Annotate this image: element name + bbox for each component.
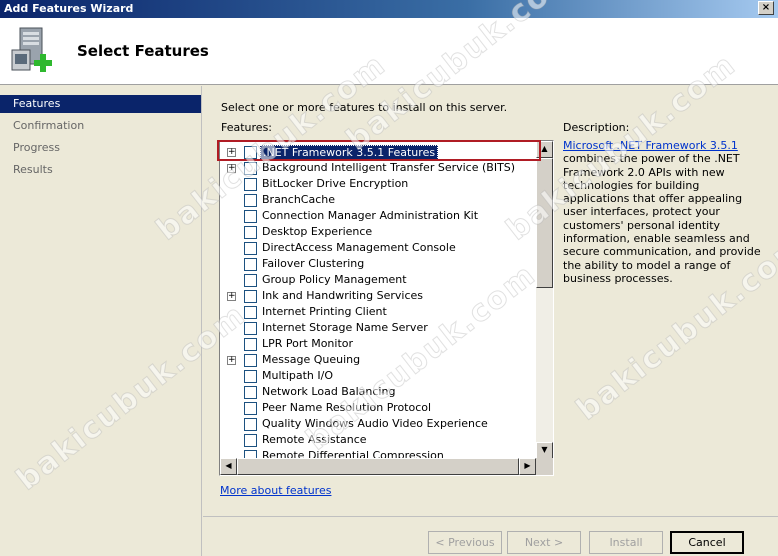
feature-label: Desktop Experience — [262, 225, 373, 238]
instruction-text: Select one or more features to install o… — [221, 101, 508, 114]
feature-row[interactable]: Remote Assistance — [220, 432, 536, 448]
feature-checkbox[interactable] — [244, 274, 257, 287]
nav-item-features[interactable]: Features — [0, 95, 201, 113]
expand-icon[interactable]: + — [227, 164, 236, 173]
description-label: Description: — [563, 121, 630, 134]
feature-checkbox[interactable] — [244, 194, 257, 207]
feature-label: Connection Manager Administration Kit — [262, 209, 479, 222]
feature-checkbox[interactable] — [244, 178, 257, 191]
nav-item-results[interactable]: Results — [0, 161, 201, 179]
wizard-nav: Features Confirmation Progress Results — [0, 86, 202, 556]
window-title: Add Features Wizard — [4, 2, 134, 15]
feature-label: Internet Printing Client — [262, 305, 387, 318]
feature-row[interactable]: Group Policy Management — [220, 272, 536, 288]
feature-row[interactable]: LPR Port Monitor — [220, 336, 536, 352]
feature-row[interactable]: Connection Manager Administration Kit — [220, 208, 536, 224]
feature-label: Group Policy Management — [262, 273, 407, 286]
feature-checkbox[interactable] — [244, 226, 257, 239]
feature-row[interactable]: Desktop Experience — [220, 224, 536, 240]
feature-label: Background Intelligent Transfer Service … — [262, 161, 516, 174]
feature-row[interactable]: Peer Name Resolution Protocol — [220, 400, 536, 416]
feature-label: BitLocker Drive Encryption — [262, 177, 409, 190]
features-label: Features: — [221, 121, 273, 134]
feature-checkbox[interactable] — [244, 322, 257, 335]
scroll-corner — [536, 458, 553, 475]
feature-checkbox[interactable] — [244, 258, 257, 271]
feature-row[interactable]: + .NET Framework 3.5.1 Features — [220, 144, 536, 160]
scroll-up-button[interactable]: ▲ — [536, 141, 553, 158]
page-title: Select Features — [77, 42, 209, 60]
feature-checkbox[interactable] — [244, 162, 257, 175]
vertical-scrollbar[interactable]: ▲ ▼ — [536, 141, 553, 459]
feature-row[interactable]: DirectAccess Management Console — [220, 240, 536, 256]
features-list[interactable]: + .NET Framework 3.5.1 Features + Backgroun… — [219, 140, 554, 476]
feature-row[interactable]: BitLocker Drive Encryption — [220, 176, 536, 192]
feature-row[interactable]: Quality Windows Audio Video Experience — [220, 416, 536, 432]
feature-row[interactable]: Network Load Balancing — [220, 384, 536, 400]
nav-item-progress[interactable]: Progress — [0, 139, 201, 157]
feature-checkbox[interactable] — [244, 402, 257, 415]
feature-checkbox[interactable] — [244, 354, 257, 367]
feature-checkbox[interactable] — [244, 434, 257, 447]
feature-row[interactable]: + Message Queuing — [220, 352, 536, 368]
expand-icon[interactable]: + — [227, 148, 236, 157]
feature-checkbox[interactable] — [244, 386, 257, 399]
previous-button[interactable]: < Previous — [428, 531, 502, 554]
expand-icon[interactable]: + — [227, 292, 236, 301]
feature-label: LPR Port Monitor — [262, 337, 354, 350]
feature-checkbox[interactable] — [244, 306, 257, 319]
next-button[interactable]: Next > — [507, 531, 581, 554]
feature-checkbox[interactable] — [244, 290, 257, 303]
description-panel: Microsoft .NET Framework 3.5.1 combines … — [563, 139, 763, 285]
feature-checkbox[interactable] — [244, 210, 257, 223]
feature-checkbox[interactable] — [244, 242, 257, 255]
vertical-scroll-thumb[interactable] — [536, 158, 553, 288]
feature-row[interactable]: Failover Clustering — [220, 256, 536, 272]
description-text: combines the power of the .NET Framework… — [563, 152, 761, 285]
feature-label: Quality Windows Audio Video Experience — [262, 417, 488, 430]
feature-checkbox[interactable] — [244, 418, 257, 431]
feature-label: BranchCache — [262, 193, 336, 206]
feature-label: Multipath I/O — [262, 369, 334, 382]
scroll-down-button[interactable]: ▼ — [536, 442, 553, 459]
feature-label: Failover Clustering — [262, 257, 365, 270]
expand-icon[interactable]: + — [227, 356, 236, 365]
horizontal-scrollbar[interactable]: ◀ ▶ — [220, 458, 536, 475]
feature-label: Network Load Balancing — [262, 385, 396, 398]
feature-checkbox[interactable] — [244, 370, 257, 383]
cancel-button[interactable]: Cancel — [670, 531, 744, 554]
feature-row[interactable]: + Background Intelligent Transfer Service… — [220, 160, 536, 176]
title-bar: Add Features Wizard × — [0, 0, 778, 18]
feature-row[interactable]: + Ink and Handwriting Services — [220, 288, 536, 304]
feature-row[interactable]: Internet Printing Client — [220, 304, 536, 320]
more-about-features-link[interactable]: More about features — [220, 484, 331, 497]
close-button[interactable]: × — [758, 1, 774, 15]
feature-checkbox[interactable] — [244, 146, 257, 159]
description-link[interactable]: Microsoft .NET Framework 3.5.1 — [563, 139, 738, 152]
horizontal-scroll-thumb[interactable] — [237, 458, 519, 475]
feature-label: Peer Name Resolution Protocol — [262, 401, 432, 414]
feature-label: Remote Assistance — [262, 433, 367, 446]
feature-label: .NET Framework 3.5.1 Features — [260, 145, 439, 160]
install-button[interactable]: Install — [589, 531, 663, 554]
feature-checkbox[interactable] — [244, 338, 257, 351]
scroll-right-button[interactable]: ▶ — [519, 458, 536, 475]
server-add-icon — [11, 27, 52, 72]
feature-row[interactable]: BranchCache — [220, 192, 536, 208]
feature-row[interactable]: Internet Storage Name Server — [220, 320, 536, 336]
scroll-left-button[interactable]: ◀ — [220, 458, 237, 475]
feature-label: Message Queuing — [262, 353, 361, 366]
feature-label: Internet Storage Name Server — [262, 321, 428, 334]
features-list-items: + .NET Framework 3.5.1 Features + Backgroun… — [220, 141, 536, 459]
wizard-header: Select Features — [0, 18, 778, 85]
nav-item-confirmation[interactable]: Confirmation — [0, 117, 201, 135]
feature-label: Ink and Handwriting Services — [262, 289, 424, 302]
feature-row[interactable]: Multipath I/O — [220, 368, 536, 384]
feature-label: DirectAccess Management Console — [262, 241, 456, 254]
